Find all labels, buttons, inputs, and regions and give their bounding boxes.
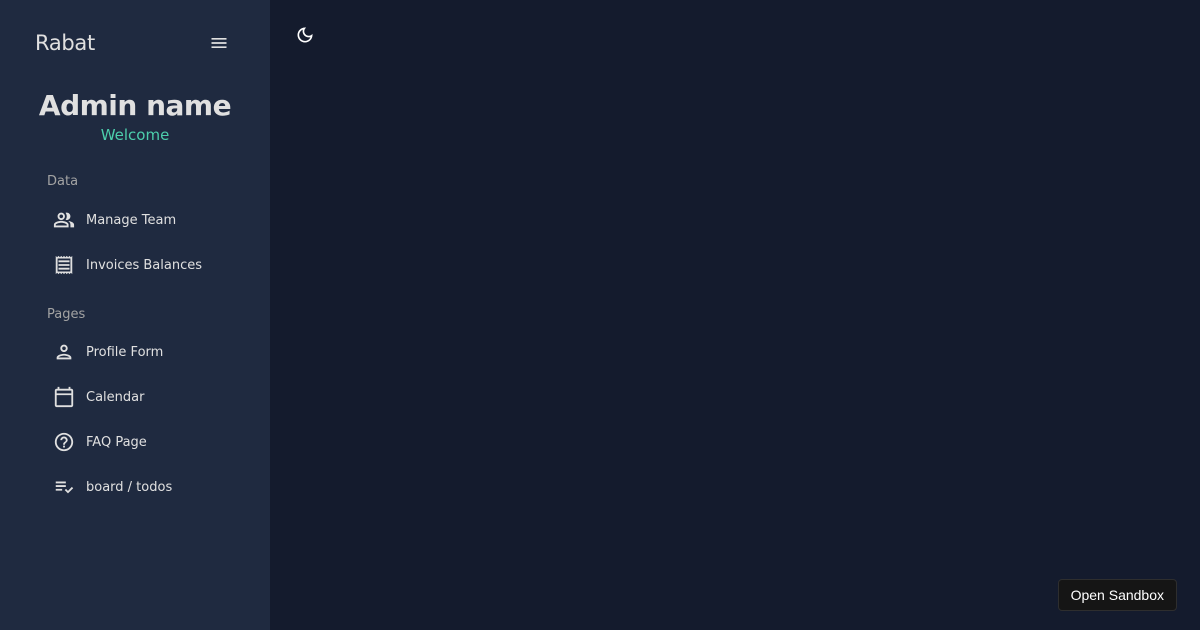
sidebar-item-calendar[interactable]: Calendar [47,379,247,415]
welcome-text: Welcome [100,126,170,144]
sidebar: Rabat Admin name Welcome Data Manage Tea… [0,0,270,630]
user-profile: Admin name Welcome [0,86,270,145]
help-circle-icon [47,430,81,454]
sidebar-item-label: FAQ Page [86,434,147,450]
receipt-icon [47,253,81,277]
sidebar-item-faq-page[interactable]: FAQ Page [47,424,247,460]
section-label-data: Data [47,174,79,189]
sidebar-item-label: Profile Form [86,344,164,360]
main-content: Open Sandbox [270,0,1200,630]
open-sandbox-button[interactable]: Open Sandbox [1057,579,1177,611]
sidebar-header: Rabat [35,28,230,58]
admin-name: Admin name [38,89,232,122]
app-root: Rabat Admin name Welcome Data Manage Tea… [0,0,1200,630]
sidebar-item-label: Calendar [86,389,145,405]
sidebar-item-profile-form[interactable]: Profile Form [47,334,247,370]
hamburger-menu-icon[interactable] [208,32,230,54]
sidebar-item-manage-team[interactable]: Manage Team [47,202,247,238]
calendar-icon [47,385,81,409]
sidebar-item-invoices-balances[interactable]: Invoices Balances [47,247,247,283]
moon-icon[interactable] [294,24,316,46]
sidebar-item-label: Manage Team [86,212,177,228]
sidebar-item-label: board / todos [86,479,173,495]
people-icon [47,208,81,232]
section-label-pages: Pages [47,307,86,322]
playlist-check-icon [47,475,81,499]
brand-title: Rabat [35,31,95,55]
sidebar-item-board-todos[interactable]: board / todos [47,469,247,505]
person-icon [47,340,81,364]
sidebar-item-label: Invoices Balances [86,257,203,273]
